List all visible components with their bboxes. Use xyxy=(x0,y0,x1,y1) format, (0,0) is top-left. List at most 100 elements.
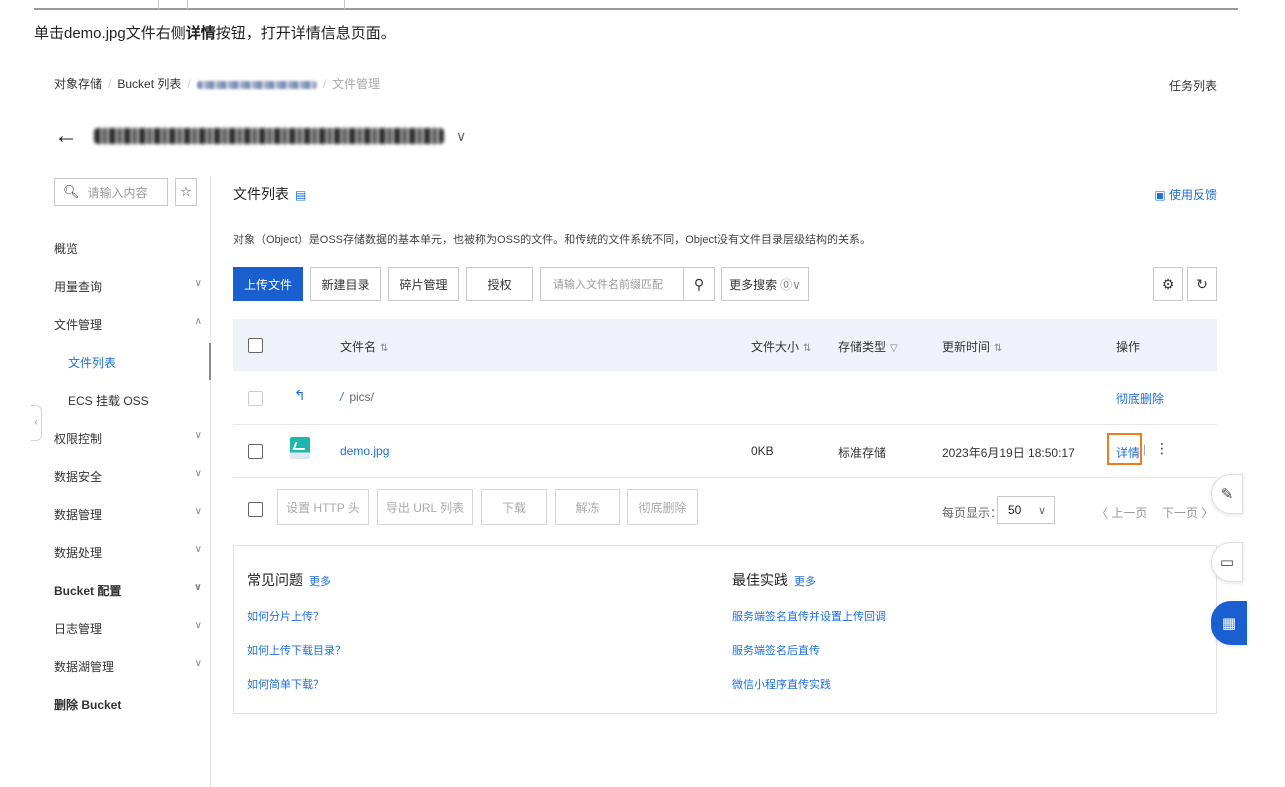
sidebar-item-delete-bucket[interactable]: 删除 Bucket xyxy=(54,696,202,713)
faq-heading: 常见问题 更多 xyxy=(247,572,331,588)
column-size[interactable]: 文件大小 ⇅ xyxy=(751,338,811,355)
column-storage-type[interactable]: 存储类型 ▽ xyxy=(838,338,898,355)
row-checkbox[interactable] xyxy=(248,444,263,459)
feedback-icon: ▣ xyxy=(1154,188,1169,202)
file-name-link[interactable]: demo.jpg xyxy=(340,444,389,458)
sidebar-search-input[interactable]: 🔍︎ 请输入内容 xyxy=(54,178,168,206)
search-icon: 🔍︎ xyxy=(63,184,80,199)
new-directory-button[interactable]: 新建目录 xyxy=(310,267,381,301)
task-list-link[interactable]: 任务列表 xyxy=(1169,77,1217,94)
chevron-down-icon: ∨ xyxy=(193,582,202,593)
apps-grid-icon[interactable]: ▦ xyxy=(1211,601,1247,645)
footer-select-checkbox[interactable] xyxy=(248,502,263,517)
sidebar-item-usage[interactable]: 用量查询 ∨ xyxy=(54,278,202,295)
upload-button[interactable]: 上传文件 xyxy=(233,267,303,301)
faq-link[interactable]: 如何分片上传？ xyxy=(247,608,324,624)
column-updated[interactable]: 更新时间 ⇅ xyxy=(942,338,1002,355)
faq-link[interactable]: 如何简单下载？ xyxy=(247,676,324,692)
filter-icon: ▽ xyxy=(890,343,898,354)
star-icon[interactable]: ☆ xyxy=(175,178,197,206)
select-all-checkbox[interactable] xyxy=(248,338,263,353)
file-list-title: 文件列表 ▤ xyxy=(233,186,307,202)
settings-icon[interactable]: ⚙ xyxy=(1153,267,1183,301)
breadcrumb-bucket-list[interactable]: Bucket 列表 xyxy=(117,77,181,91)
file-size: 0KB xyxy=(751,444,774,458)
sidebar-item-data-processing[interactable]: 数据处理 ∨ xyxy=(54,544,202,561)
detail-highlight-box xyxy=(1107,433,1142,465)
sidebar-item-bucket-config[interactable]: Bucket 配置 ∨ xyxy=(54,582,202,599)
sort-icon: ⇅ xyxy=(380,343,389,354)
back-arrow-icon[interactable]: ← xyxy=(54,124,78,148)
chevron-down-icon: ∨ xyxy=(194,278,202,289)
best-practice-more-link[interactable]: 更多 xyxy=(794,576,816,588)
chevron-down-icon: ∨ xyxy=(194,506,202,517)
fragment-management-button[interactable]: 碎片管理 xyxy=(388,267,459,301)
per-page-select[interactable]: 50 ∨ xyxy=(997,496,1055,524)
feedback-link[interactable]: ▣ 使用反馈 xyxy=(1154,186,1217,203)
authorize-button[interactable]: 授权 xyxy=(466,267,533,301)
edit-icon[interactable]: ✎ xyxy=(1211,474,1243,514)
column-actions: 操作 xyxy=(1116,340,1141,354)
best-practice-heading: 最佳实践 更多 xyxy=(732,572,816,588)
sidebar-item-data-security[interactable]: 数据安全 ∨ xyxy=(54,468,202,485)
chevron-down-icon: ∨ xyxy=(194,430,202,441)
next-page-button[interactable]: 下一页 〉 xyxy=(1162,504,1213,521)
page-title: ← ∨ xyxy=(54,124,466,148)
sidebar-divider xyxy=(210,176,211,787)
search-icon[interactable]: ⚲ xyxy=(683,268,714,300)
sidebar-item-ecs-mount[interactable]: ECS 挂载 OSS xyxy=(68,392,216,409)
breadcrumb-oss[interactable]: 对象存储 xyxy=(54,77,102,91)
divider: | xyxy=(1143,442,1147,456)
delete-permanently-link[interactable]: 彻底删除 xyxy=(1116,390,1164,407)
sidebar-item-data-lake[interactable]: 数据湖管理 ∨ xyxy=(54,658,202,675)
delete-button[interactable]: 彻底删除 xyxy=(627,489,698,525)
sidebar-item-log-management[interactable]: 日志管理 ∨ xyxy=(54,620,202,637)
best-practice-link[interactable]: 微信小程序直传实践 xyxy=(732,676,831,692)
faq-link[interactable]: 如何上传下载目录？ xyxy=(247,642,346,658)
breadcrumb-bucket-name-redacted[interactable] xyxy=(196,80,317,89)
chevron-up-icon: ∧ xyxy=(194,316,202,327)
download-button[interactable]: 下载 xyxy=(481,489,547,525)
sidebar-collapse-button[interactable]: ‹ xyxy=(31,405,42,441)
folder-name[interactable]: / pics/ xyxy=(340,390,374,404)
divider xyxy=(187,0,188,9)
return-icon[interactable]: ↰ xyxy=(294,387,306,404)
divider xyxy=(158,0,159,9)
chevron-down-icon[interactable]: ∨ xyxy=(456,128,466,145)
chevron-down-icon: ∨ xyxy=(1037,504,1046,517)
chat-icon[interactable]: ▭ xyxy=(1211,542,1243,582)
description-text: 对象（Object）是OSS存储数据的基本单元，也被称为OSS的文件。和传统的文… xyxy=(233,234,872,246)
instruction-text: 单击demo.jpg文件右侧详情按钮，打开详情信息页面。 xyxy=(34,25,396,42)
bucket-name-redacted xyxy=(94,128,444,144)
more-vertical-icon[interactable]: ⋮ xyxy=(1155,440,1169,457)
sidebar-item-file-list[interactable]: 文件列表 xyxy=(68,354,216,371)
help-chevron-icon: ⓪∨ xyxy=(780,277,801,292)
best-practice-link[interactable]: 服务端签名直传并设置上传回调 xyxy=(732,608,886,624)
column-name[interactable]: 文件名 ⇅ xyxy=(340,338,388,355)
chevron-down-icon: ∨ xyxy=(194,620,202,631)
sidebar-item-access-control[interactable]: 权限控制 ∨ xyxy=(54,430,202,447)
chevron-down-icon: ∨ xyxy=(194,658,202,669)
table-row: demo.jpg 0KB 标准存储 2023年6月19日 18:50:17 详情… xyxy=(233,424,1217,478)
unfreeze-button[interactable]: 解冻 xyxy=(555,489,620,525)
sort-icon: ⇅ xyxy=(994,343,1003,354)
best-practice-link[interactable]: 服务端签名后直传 xyxy=(732,642,820,658)
sidebar-item-overview[interactable]: 概览 xyxy=(54,240,202,257)
sidebar-item-file-management[interactable]: 文件管理 ∧ xyxy=(54,316,202,333)
faq-more-link[interactable]: 更多 xyxy=(309,576,331,588)
prev-page-button[interactable]: 〈 上一页 xyxy=(1096,504,1147,521)
chevron-down-icon: ∨ xyxy=(194,544,202,555)
sort-icon: ⇅ xyxy=(803,343,812,354)
per-page-label: 每页显示： xyxy=(942,506,1003,520)
document-icon[interactable]: ▤ xyxy=(295,188,306,202)
top-border xyxy=(34,8,1238,10)
more-search-button[interactable]: 更多搜索 ⓪∨ xyxy=(721,267,809,301)
export-url-button[interactable]: 导出 URL 列表 xyxy=(377,489,473,525)
sidebar-item-data-management[interactable]: 数据管理 ∨ xyxy=(54,506,202,523)
file-search-input[interactable]: 请输入文件名前缀匹配 ⚲ xyxy=(540,267,715,301)
set-http-header-button[interactable]: 设置 HTTP 头 xyxy=(277,489,369,525)
breadcrumb: 对象存储 / Bucket 列表 / / 文件管理 xyxy=(54,77,381,91)
breadcrumb-file-management: 文件管理 xyxy=(332,77,381,91)
help-panel: 常见问题 更多 如何分片上传？ 如何上传下载目录？ 如何简单下载？ 最佳实践 更多 … xyxy=(233,545,1217,714)
refresh-icon[interactable]: ↻ xyxy=(1187,267,1217,301)
